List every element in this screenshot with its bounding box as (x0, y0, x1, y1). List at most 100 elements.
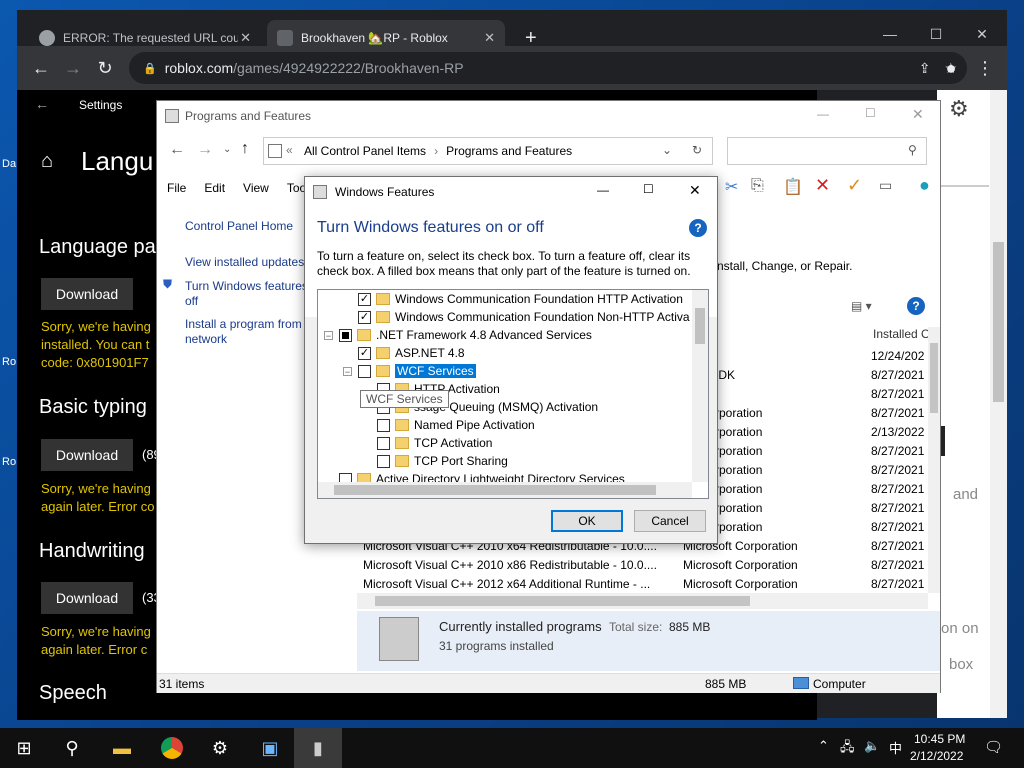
tree-item[interactable]: TCP Activation (377, 434, 492, 452)
desktop-icon-label[interactable]: Ro (2, 456, 16, 468)
paste-icon[interactable]: 📋 (783, 177, 803, 197)
start-windows-icon[interactable]: ⊞ (0, 728, 48, 768)
search-input[interactable]: ⚲ (727, 137, 927, 165)
collapse-icon[interactable]: − (324, 331, 333, 341)
breadcrumb-item[interactable]: Programs and Features (446, 144, 572, 158)
scrollbar-thumb[interactable] (334, 485, 656, 495)
maximize-button[interactable]: ☐ (643, 182, 654, 196)
close-dialog-button[interactable]: ✕ (689, 182, 701, 199)
scrollbar-thumb[interactable] (930, 343, 938, 413)
features-tree[interactable]: ✓ Windows Communication Foundation HTTP A… (317, 289, 709, 499)
share-icon[interactable]: ⇪ (919, 60, 931, 77)
back-icon[interactable]: ← (27, 54, 55, 82)
tree-item[interactable]: ✓ Windows Communication Foundation HTTP A… (358, 290, 683, 308)
scrollbar-thumb[interactable] (993, 242, 1004, 402)
column-header-installed-on[interactable]: Installed O (873, 327, 930, 341)
network-icon[interactable]: 🖧 (840, 738, 855, 760)
checkbox-checked[interactable]: ✓ (358, 292, 371, 306)
tree-item[interactable]: TCP Port Sharing (377, 452, 508, 470)
maximize-button[interactable]: ☐ (865, 106, 876, 120)
close-window-button[interactable]: ✕ (959, 20, 1005, 48)
scrollbar-thumb[interactable] (375, 596, 750, 606)
help-icon[interactable]: ? (907, 297, 925, 315)
address-bar[interactable]: « All Control Panel Items › Programs and… (263, 137, 713, 165)
menu-kebab-icon[interactable]: ⋮ (971, 54, 999, 82)
tree-item-selected[interactable]: WCF Services (358, 362, 476, 380)
minimize-button[interactable]: — (817, 107, 829, 121)
close-tab-icon[interactable]: ✕ (240, 30, 251, 46)
globe-icon[interactable]: ● (919, 175, 930, 196)
close-tab-icon[interactable]: ✕ (484, 30, 495, 46)
turn-windows-features-link[interactable]: off (185, 294, 198, 309)
checkmark-icon[interactable]: ✓ (847, 175, 862, 196)
profile-icon[interactable]: ● (937, 54, 965, 82)
settings-back-icon[interactable]: ← (35, 96, 49, 112)
gear-icon[interactable]: ⚙ (949, 96, 969, 122)
properties-icon[interactable]: ▭ (879, 177, 892, 194)
checkbox-checked[interactable]: ✓ (358, 346, 371, 360)
close-window-button[interactable]: ✕ (912, 106, 924, 123)
cancel-button[interactable]: Cancel (634, 510, 706, 532)
horizontal-scrollbar[interactable] (357, 593, 928, 609)
scrollbar-thumb[interactable] (695, 308, 705, 344)
file-explorer-icon[interactable]: ▬ (98, 728, 146, 768)
clock-time[interactable]: 10:45 PM (914, 732, 965, 746)
cut-icon[interactable]: ✂ (725, 177, 738, 197)
tree-item[interactable]: ✓ ASP.NET 4.8 (358, 344, 465, 362)
minimize-button[interactable]: — (867, 20, 913, 48)
recent-locations-icon[interactable]: ⌄ (223, 144, 231, 155)
ok-button[interactable]: OK (551, 510, 623, 532)
reload-icon[interactable]: ↻ (91, 54, 119, 82)
up-icon[interactable]: ↑ (241, 140, 249, 158)
checkbox-unchecked[interactable] (377, 454, 390, 468)
download-button[interactable]: Download (41, 278, 133, 310)
maximize-button[interactable]: ☐ (913, 20, 959, 48)
show-hidden-icons-icon[interactable]: ⌃ (818, 738, 829, 754)
menu-edit[interactable]: Edit (204, 181, 225, 195)
checkbox-unchecked[interactable] (377, 436, 390, 450)
collapse-icon[interactable]: − (343, 367, 352, 377)
chevron-down-icon[interactable]: ⌄ (662, 143, 672, 157)
checkbox-unchecked[interactable] (358, 364, 371, 378)
tree-item[interactable]: .NET Framework 4.8 Advanced Services (339, 326, 592, 344)
menu-view[interactable]: View (243, 181, 269, 195)
tree-item[interactable]: Named Pipe Activation (377, 416, 535, 434)
scrollbar[interactable] (990, 90, 1007, 718)
notifications-icon[interactable]: 🗨 (984, 738, 1003, 756)
checkbox-unchecked[interactable] (377, 418, 390, 432)
checkbox-partial[interactable] (339, 328, 352, 342)
install-from-network-link[interactable]: Install a program from (185, 317, 302, 332)
settings-gear-icon[interactable]: ⚙ (196, 728, 244, 768)
forward-icon[interactable]: → (59, 54, 87, 82)
control-panel-icon[interactable]: ▣ (246, 728, 294, 768)
turn-windows-features-link[interactable]: Turn Windows features (185, 279, 308, 294)
minimize-button[interactable]: — (597, 183, 609, 197)
menu-file[interactable]: File (167, 181, 186, 195)
chrome-icon[interactable] (148, 728, 196, 768)
view-options-icon[interactable]: ▤ ▾ (851, 299, 872, 313)
installer-icon[interactable]: ▮ (294, 728, 342, 768)
view-installed-updates-link[interactable]: View installed updates (185, 255, 304, 270)
address-bar[interactable]: 🔒 roblox.com /games/4924922222/Brookhave… (129, 52, 967, 84)
vertical-scrollbar[interactable] (928, 327, 940, 593)
back-icon[interactable]: ← (169, 141, 185, 159)
table-row[interactable]: Microsoft Visual C++ 2012 x64 Additional… (363, 574, 935, 593)
checkbox-checked[interactable]: ✓ (358, 310, 371, 324)
breadcrumb-item[interactable]: All Control Panel Items (304, 144, 426, 158)
desktop-icon-label[interactable]: Da (2, 158, 16, 170)
horizontal-scrollbar[interactable] (318, 482, 692, 498)
search-icon[interactable]: ⚲ (48, 728, 96, 768)
control-panel-home-link[interactable]: Control Panel Home (185, 219, 293, 234)
help-icon[interactable]: ? (689, 219, 707, 237)
forward-icon[interactable]: → (197, 141, 213, 159)
volume-muted-icon[interactable]: 🔈 (864, 738, 880, 754)
download-button[interactable]: Download (41, 582, 133, 614)
vertical-scrollbar[interactable] (692, 290, 708, 482)
desktop-icon-label[interactable]: Ro (2, 356, 16, 368)
refresh-icon[interactable]: ↻ (692, 143, 702, 157)
delete-icon[interactable]: ✕ (815, 175, 830, 196)
home-icon[interactable]: ⌂ (41, 150, 53, 173)
copy-icon[interactable]: ⎘ (751, 177, 764, 195)
input-method-indicator[interactable]: 中 (889, 738, 902, 757)
download-button[interactable]: Download (41, 439, 133, 471)
